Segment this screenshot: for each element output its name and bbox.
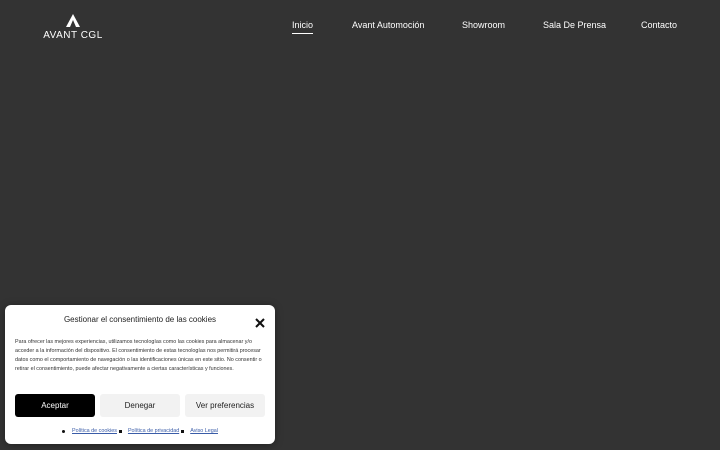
triangle-logo-icon — [66, 14, 80, 27]
nav-item-inicio[interactable]: Inicio — [292, 20, 314, 34]
page: AVANT CGL Inicio Avant Automoción Showro… — [0, 0, 720, 450]
separator-icon — [118, 429, 122, 433]
nav-item-avant-automocion[interactable]: Avant Automoción — [352, 20, 424, 33]
view-preferences-button[interactable]: Ver preferencias — [185, 394, 265, 417]
privacy-policy-link[interactable]: Política de privacidad — [128, 428, 179, 434]
cookie-policy-links: Política de cookies Política de privacid… — [5, 426, 275, 436]
bullet-icon — [62, 429, 65, 433]
cookie-consent-text: Para ofrecer las mejores experiencias, u… — [15, 339, 262, 372]
cookie-consent-title: Gestionar el consentimiento de las cooki… — [63, 315, 217, 324]
cookie-policy-link[interactable]: Política de cookies — [72, 428, 117, 434]
nav-item-contacto[interactable]: Contacto — [641, 20, 677, 33]
close-icon[interactable] — [255, 315, 265, 328]
nav-item-showroom[interactable]: Showroom — [462, 20, 505, 33]
accept-button[interactable]: Aceptar — [15, 394, 95, 417]
brand-name: AVANT CGL — [43, 30, 103, 41]
deny-button[interactable]: Denegar — [100, 394, 180, 417]
brand-logo[interactable]: AVANT CGL — [43, 14, 103, 44]
separator-icon — [181, 429, 185, 433]
cookie-consent-panel: Gestionar el consentimiento de las cooki… — [5, 305, 275, 444]
nav-item-sala-de-prensa[interactable]: Sala De Prensa — [543, 20, 606, 33]
legal-notice-link[interactable]: Aviso Legal — [190, 428, 218, 434]
